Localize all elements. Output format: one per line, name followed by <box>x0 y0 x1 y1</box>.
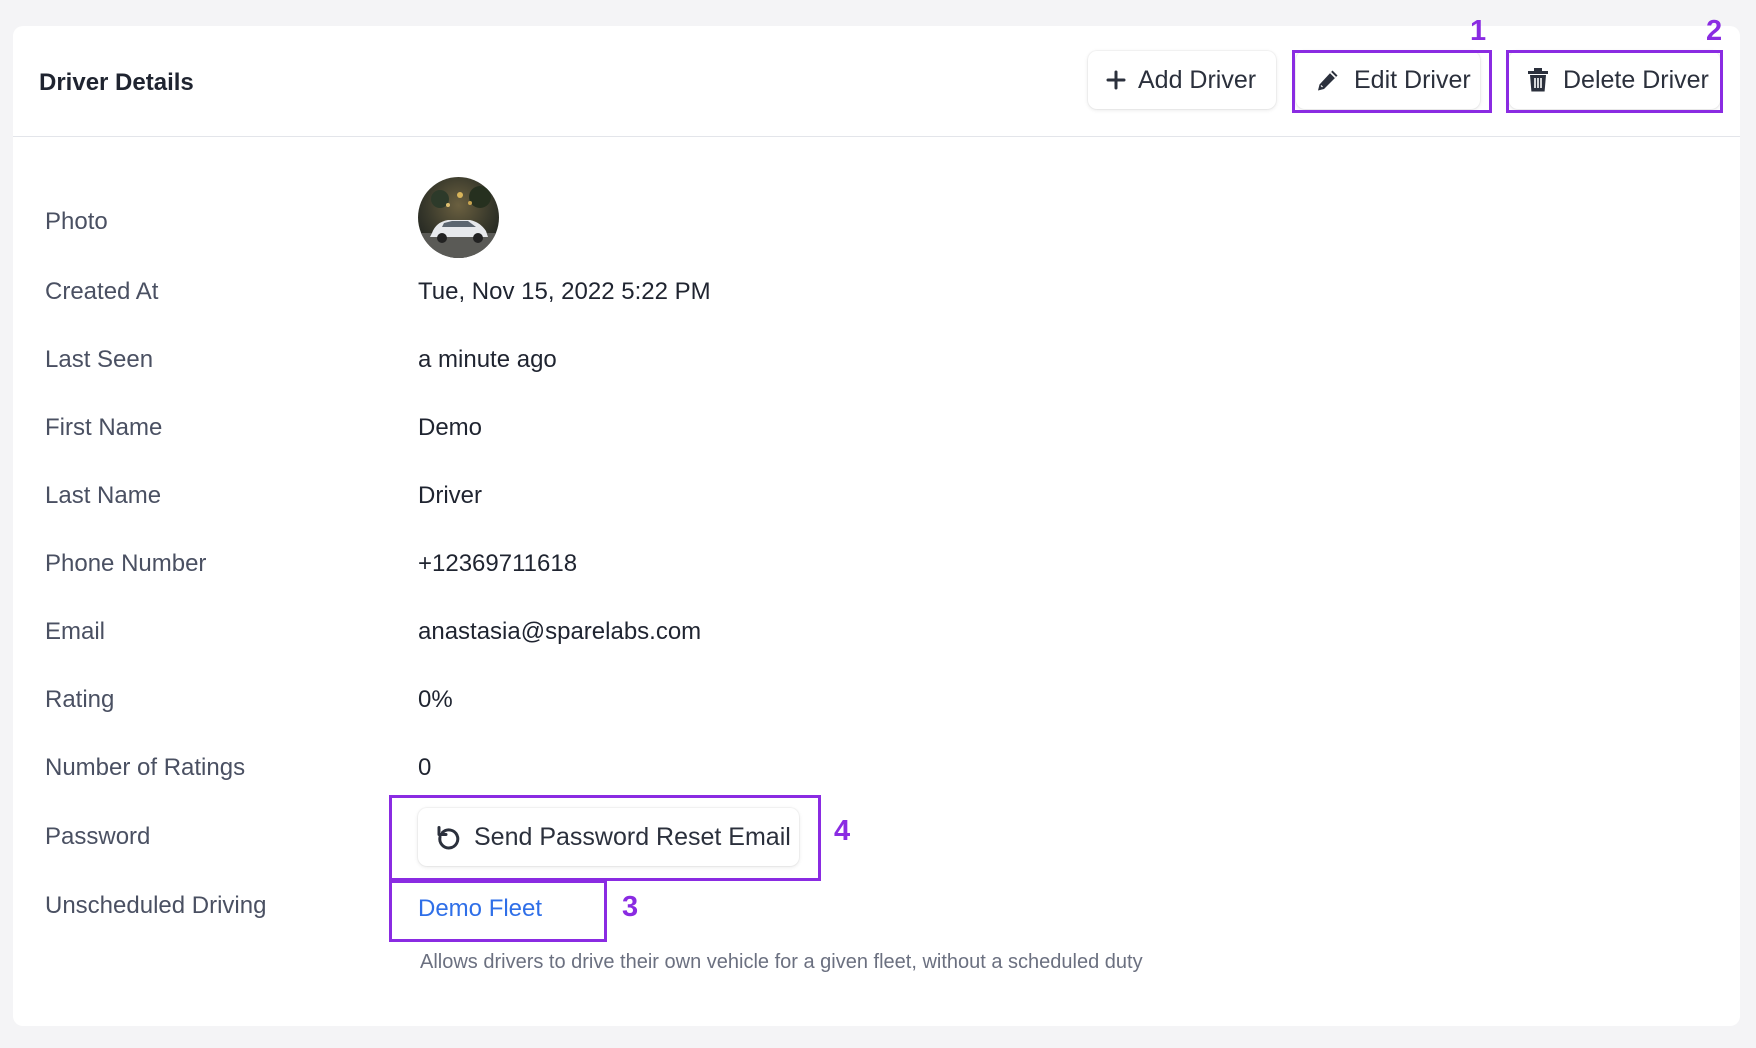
last-seen-value: a minute ago <box>418 346 557 373</box>
unscheduled-driving-label: Unscheduled Driving <box>45 892 267 919</box>
annotation-number-delete: 2 <box>1706 15 1723 47</box>
plus-icon <box>1106 70 1126 90</box>
delete-driver-label: Delete Driver <box>1563 65 1709 94</box>
send-password-reset-label: Send Password Reset Email <box>474 822 791 851</box>
number-of-ratings-value: 0 <box>418 754 432 781</box>
created-at-label: Created At <box>45 278 159 305</box>
unscheduled-driving-helper: Allows drivers to drive their own vehicl… <box>420 951 1143 973</box>
photo-label: Photo <box>45 208 108 235</box>
annotation-number-reset: 4 <box>834 815 851 847</box>
created-at-value: Tue, Nov 15, 2022 5:22 PM <box>418 278 711 305</box>
first-name-value: Demo <box>418 414 483 441</box>
phone-number-value: +12369711618 <box>418 550 578 577</box>
email-label: Email <box>45 618 106 645</box>
last-seen-label: Last Seen <box>45 346 154 373</box>
edit-driver-button[interactable]: Edit Driver <box>1296 51 1480 109</box>
undo-icon <box>436 824 462 850</box>
email-value: anastasia@sparelabs.com <box>418 618 702 645</box>
trash-icon <box>1527 67 1549 93</box>
pencil-icon <box>1316 68 1340 92</box>
last-name-value: Driver <box>418 482 482 509</box>
first-name-label: First Name <box>45 414 163 441</box>
driver-details-card: Driver Details Add Driver Edit Driver De… <box>13 26 1740 1026</box>
password-label: Password <box>45 823 151 850</box>
delete-driver-button[interactable]: Delete Driver <box>1509 51 1720 109</box>
phone-number-label: Phone Number <box>45 550 207 577</box>
page-title: Driver Details <box>39 69 194 96</box>
edit-driver-label: Edit Driver <box>1354 65 1471 94</box>
send-password-reset-button[interactable]: Send Password Reset Email <box>418 808 799 866</box>
rating-value: 0% <box>418 686 453 713</box>
add-driver-button[interactable]: Add Driver <box>1088 51 1276 109</box>
number-of-ratings-label: Number of Ratings <box>45 754 246 781</box>
avatar <box>418 177 499 258</box>
demo-fleet-link[interactable]: Demo Fleet <box>418 895 542 923</box>
last-name-label: Last Name <box>45 482 162 509</box>
annotation-number-edit: 1 <box>1470 15 1487 47</box>
add-driver-label: Add Driver <box>1138 65 1257 94</box>
annotation-number-fleet: 3 <box>622 891 639 923</box>
rating-label: Rating <box>45 686 115 713</box>
